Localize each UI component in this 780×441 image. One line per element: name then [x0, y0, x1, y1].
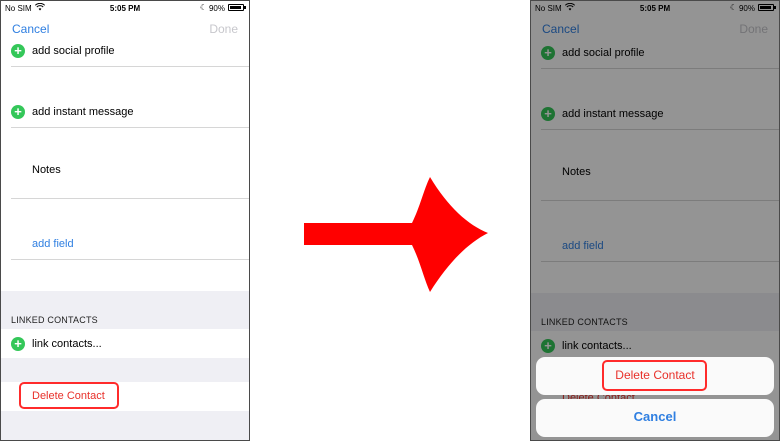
section-background	[1, 411, 249, 440]
cancel-button[interactable]: Cancel	[12, 22, 49, 36]
highlight-annotation	[602, 360, 707, 391]
add-icon: +	[11, 105, 25, 119]
add-field-button[interactable]: add field	[32, 238, 74, 250]
divider	[11, 66, 249, 67]
right-arrow-icon	[304, 177, 488, 292]
moon-icon: ☾	[199, 3, 207, 12]
action-sheet-cancel: Cancel	[536, 399, 774, 437]
done-button[interactable]: Done	[209, 22, 238, 36]
contact-edit-screen-after: No SIM 5:05 PM ☾ 90% Cancel Done + add s…	[530, 0, 780, 441]
battery-fill	[230, 6, 241, 9]
add-social-profile-row[interactable]: + add social profile	[11, 41, 249, 61]
status-bar: No SIM 5:05 PM ☾ 90%	[1, 1, 249, 15]
add-icon: +	[11, 337, 25, 351]
battery-icon	[228, 4, 246, 11]
link-contacts-row[interactable]: + link contacts...	[11, 334, 249, 354]
battery-percent: 90%	[208, 4, 225, 13]
divider	[11, 127, 249, 128]
section-background	[1, 358, 249, 382]
contact-edit-screen-before: No SIM 5:05 PM ☾ 90% Cancel Done + add s…	[0, 0, 250, 441]
nav-bar: Cancel Done	[1, 19, 249, 39]
add-instant-message-row[interactable]: + add instant message	[11, 102, 249, 122]
row-label: link contacts...	[32, 338, 102, 350]
row-label: add social profile	[32, 45, 115, 57]
action-sheet-cancel-button[interactable]: Cancel	[536, 409, 774, 424]
divider	[11, 259, 249, 260]
row-label: add instant message	[32, 106, 134, 118]
highlight-annotation	[19, 382, 119, 409]
add-icon: +	[11, 44, 25, 58]
linked-contacts-header: LINKED CONTACTS	[11, 315, 98, 325]
divider	[11, 198, 249, 199]
notes-field[interactable]: Notes	[32, 164, 61, 176]
